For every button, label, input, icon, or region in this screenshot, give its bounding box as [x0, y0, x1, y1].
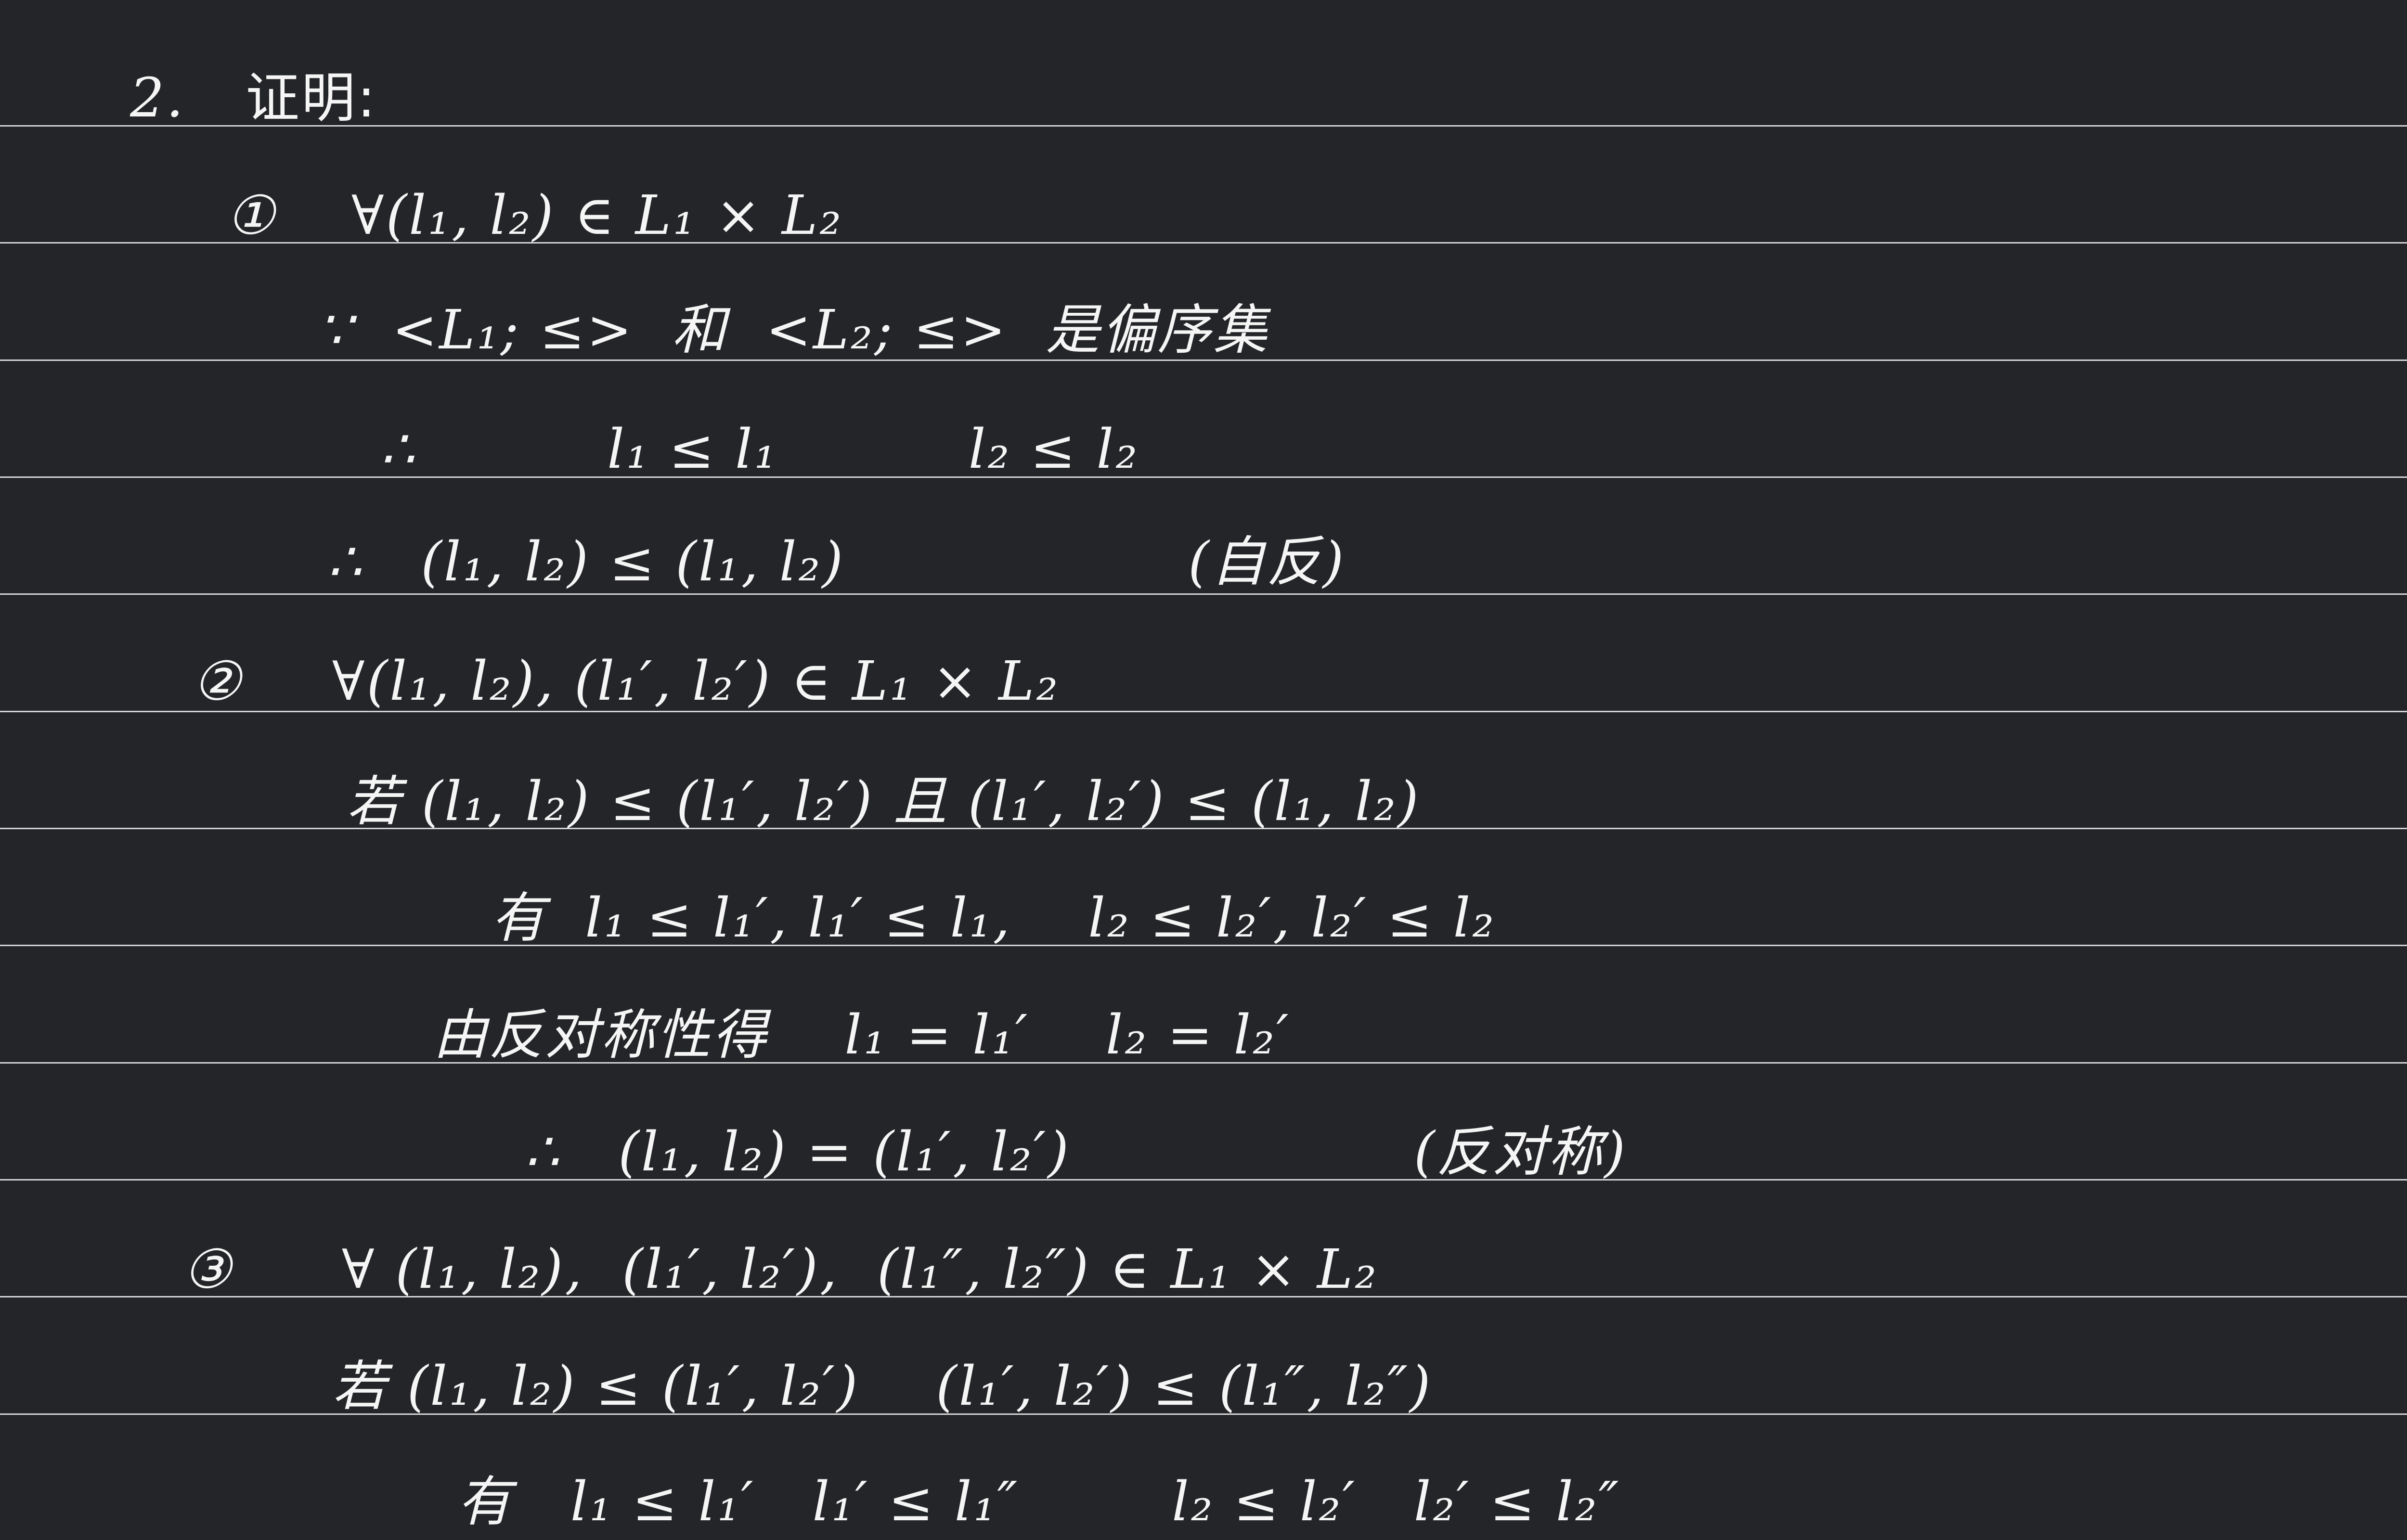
- step-1-reflexive: ∴ l₁ ≤ l₁ l₂ ≤ l₂: [380, 418, 1139, 481]
- step-1-marker: ①: [226, 184, 277, 247]
- notebook-page: 2. 证明: ① ∀(l₁, l₂) ∈ L₁ × L₂ ∵ <L₁; ≤> 和…: [0, 0, 2407, 1540]
- step-3-marker: ③: [183, 1238, 233, 1301]
- step-2-hypothesis: 若 (l₁, l₂) ≤ (l₁′, l₂′) 且 (l₁′, l₂′) ≤ (…: [347, 770, 1421, 833]
- step-2-conclusion: ∴ (l₁, l₂) = (l₁′, l₂′) (反对称): [525, 1121, 1628, 1183]
- step-3-inequalities: 有 l₁ ≤ l₁′ l₁′ ≤ l₁″ l₂ ≤ l₂′ l₂′ ≤ l₂″: [457, 1471, 1621, 1533]
- ruled-line: [0, 476, 2407, 478]
- step-2-marker: ②: [193, 650, 243, 713]
- step-1-conclusion: ∴ (l₁, l₂) ≤ (l₁, l₂) (自反): [327, 531, 1346, 593]
- problem-number: 2.: [130, 67, 185, 129]
- step-2-antisymmetry: 由反对称性得 l₁ = l₁′ l₂ = l₂′: [433, 1004, 1291, 1066]
- step-2-statement: ∀(l₁, l₂), (l₁′, l₂′) ∈ L₁ × L₂: [332, 650, 1060, 713]
- step-1-premise: ∵ <L₁; ≤> 和 <L₂; ≤> 是偏序集: [318, 299, 1269, 361]
- step-3-statement: ∀ (l₁, l₂), (l₁′, l₂′), (l₁″, l₂″) ∈ L₁ …: [342, 1238, 1379, 1301]
- proof-heading: 证明:: [246, 67, 377, 129]
- step-1-statement: ∀(l₁, l₂) ∈ L₁ × L₂: [351, 184, 843, 247]
- ruled-line: [0, 593, 2407, 595]
- step-2-inequalities: 有 l₁ ≤ l₁′, l₁′ ≤ l₁, l₂ ≤ l₂′, l₂′ ≤ l₂: [491, 887, 1496, 950]
- step-3-hypothesis: 若 (l₁, l₂) ≤ (l₁′, l₂′) (l₁′, l₂′) ≤ (l₁…: [332, 1355, 1433, 1418]
